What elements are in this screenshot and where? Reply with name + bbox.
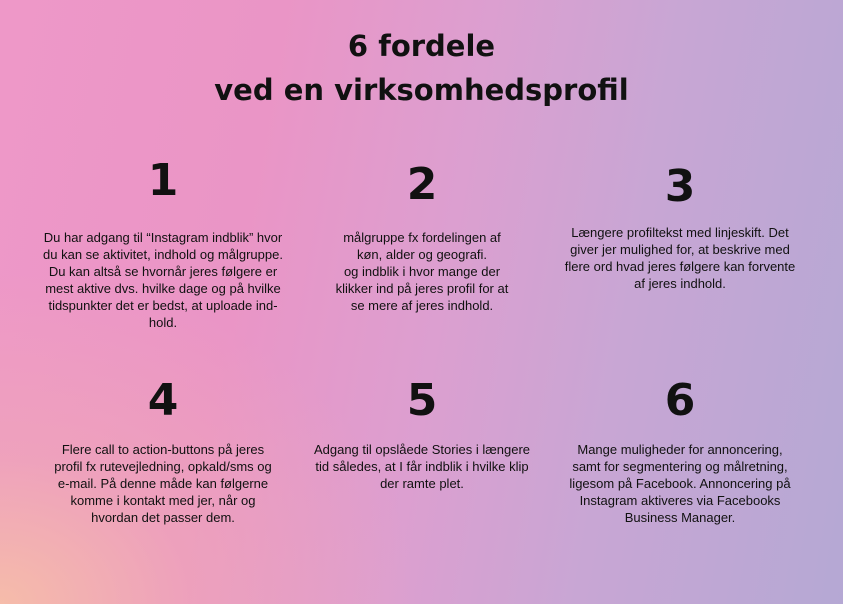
description-line: målgruppe fx fordelingen af — [343, 230, 501, 245]
description-line: Instagram aktiveres via Facebooks — [579, 493, 781, 508]
page-title-line-1: 6 fordele — [347, 29, 496, 63]
description-line: og indblik i hvor mange der — [343, 264, 501, 279]
description-line: tid således, at I får indblik i hvilke k… — [315, 459, 529, 474]
description-line: giver jer mulighed for, at beskrive med — [570, 242, 790, 257]
description-line: Du har adgang til “Instagram indblik” hv… — [43, 230, 283, 245]
benefit-2: 2 målgruppe fx fordelingen af køn, alder… — [287, 160, 557, 314]
benefit-description: Adgang til opslåede Stories i længere ti… — [287, 441, 557, 492]
description-line: der ramte plet. — [380, 476, 464, 491]
description-line: køn, alder og geografi. — [356, 247, 488, 262]
description-line: Længere profiltekst med linjeskift. Det — [571, 225, 789, 240]
benefit-description: Flere call to action-buttons på jeres pr… — [28, 441, 298, 526]
benefit-6: 6 Mange muligheder for annoncering, samt… — [545, 376, 815, 526]
benefit-description: Du har adgang til “Instagram indblik” hv… — [28, 229, 298, 331]
benefit-4: 4 Flere call to action-buttons på jeres … — [28, 376, 298, 526]
description-line: profil fx rutevejledning, opkald/sms og — [54, 459, 272, 474]
description-line: Adgang til opslåede Stories i længere — [313, 442, 531, 457]
description-line: af jeres indhold. — [634, 276, 726, 291]
benefit-number: 3 — [664, 161, 696, 212]
description-line: Mange muligheder for annoncering, — [577, 442, 783, 457]
page-title-line-2: ved en virksomhedsprofil — [214, 73, 629, 107]
description-line: flere ord hvad jeres følgere kan forvent… — [564, 259, 796, 274]
benefit-description: Længere profiltekst med linjeskift. Det … — [545, 224, 815, 292]
description-line: Business Manager. — [624, 510, 736, 525]
description-line: e-mail. På denne måde kan følgerne — [57, 476, 269, 491]
description-line: du kan se aktivitet, indhold og målgrupp… — [43, 247, 283, 262]
description-line: mest aktive dvs. hvilke dage og på hvilk… — [45, 281, 281, 296]
description-line: samt for segmentering og målretning, — [572, 459, 788, 474]
benefit-1: 1 Du har adgang til “Instagram indblik” … — [28, 156, 298, 331]
benefit-number: 1 — [147, 155, 179, 206]
description-line: klikker ind på jeres profil for at — [335, 281, 509, 296]
description-line: tidspunkter det er bedst, at uploade ind… — [48, 298, 278, 313]
benefit-description: målgruppe fx fordelingen af køn, alder o… — [287, 229, 557, 314]
description-line: hvordan det passer dem. — [91, 510, 235, 525]
description-line: Flere call to action-buttons på jeres — [61, 442, 265, 457]
benefit-number: 6 — [664, 375, 696, 426]
benefit-number: 4 — [147, 375, 179, 426]
benefit-number: 2 — [406, 159, 438, 210]
description-line: se mere af jeres indhold. — [350, 298, 494, 313]
description-line: ligesom på Facebook. Annoncering på — [569, 476, 791, 491]
description-line: Du kan altså se hvornår jeres følgere er — [48, 264, 278, 279]
description-line: hold. — [148, 315, 178, 330]
description-line: komme i kontakt med jer, når og — [70, 493, 256, 508]
benefit-number: 5 — [406, 375, 438, 426]
benefit-5: 5 Adgang til opslåede Stories i længere … — [287, 376, 557, 492]
benefit-description: Mange muligheder for annoncering, samt f… — [545, 441, 815, 526]
benefit-3: 3 Længere profiltekst med linjeskift. De… — [545, 162, 815, 292]
